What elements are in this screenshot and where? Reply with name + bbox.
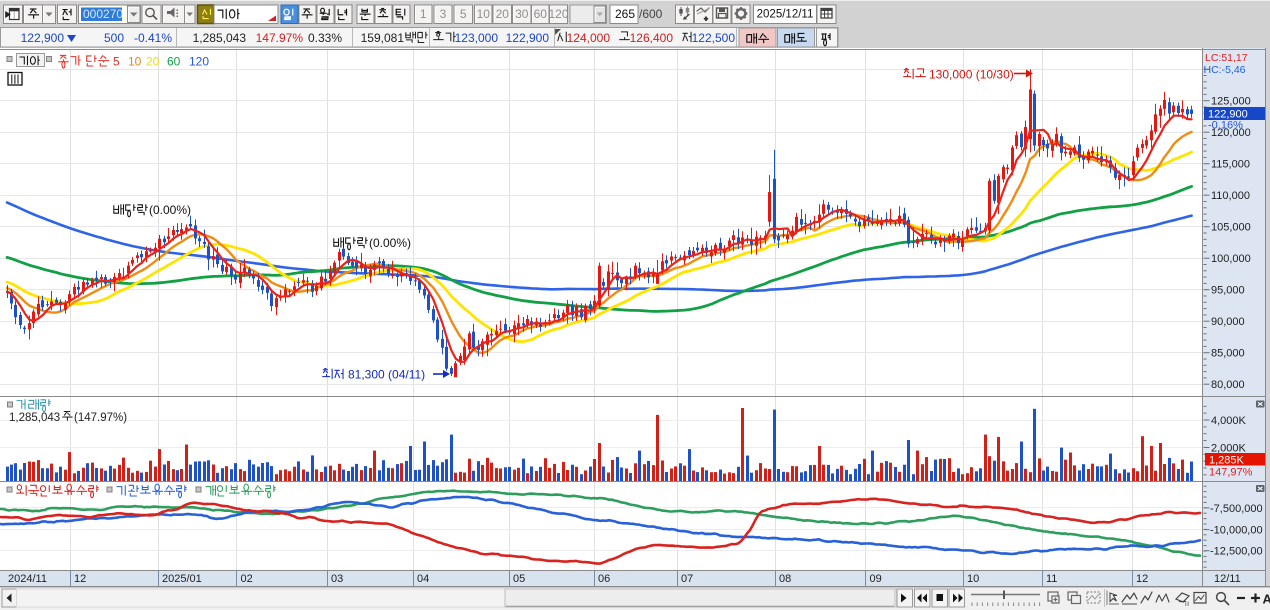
svg-text:265: 265 (615, 7, 635, 21)
svg-text:95,000: 95,000 (1211, 285, 1245, 297)
svg-text:110,000: 110,000 (1211, 190, 1250, 202)
svg-text:(0.00%): (0.00%) (369, 236, 411, 250)
svg-text:-10,000,00: -10,000,00 (1210, 525, 1263, 537)
svg-text:02: 02 (241, 573, 253, 585)
svg-text:85,000: 85,000 (1211, 348, 1245, 360)
svg-text:5: 5 (460, 7, 467, 21)
svg-text:06: 06 (598, 573, 610, 585)
svg-text:123,000: 123,000 (455, 31, 499, 45)
svg-text:-0.16%: -0.16% (1208, 120, 1243, 132)
svg-text:125,000: 125,000 (1211, 96, 1251, 108)
svg-text:07: 07 (681, 573, 693, 585)
svg-text:12: 12 (1136, 573, 1148, 585)
svg-text:60: 60 (167, 55, 181, 69)
svg-text:105,000: 105,000 (1211, 222, 1251, 234)
svg-text:LC:51,17: LC:51,17 (1205, 52, 1248, 64)
svg-text:20: 20 (496, 7, 510, 21)
svg-text:000270: 000270 (83, 7, 123, 21)
svg-text:60: 60 (534, 7, 548, 21)
svg-text:126,400: 126,400 (630, 31, 674, 45)
svg-text:12: 12 (74, 573, 86, 585)
svg-text:2025/12/11: 2025/12/11 (757, 9, 814, 21)
svg-text:130,000 (10/30): 130,000 (10/30) (929, 68, 1014, 82)
svg-text:20: 20 (146, 55, 160, 69)
svg-text:10: 10 (477, 7, 491, 21)
svg-text:0.33%: 0.33% (308, 31, 342, 45)
svg-text:122,500: 122,500 (692, 31, 736, 45)
svg-text:147,97%: 147,97% (1209, 467, 1253, 479)
svg-text:2024/11: 2024/11 (8, 573, 47, 585)
svg-text:1,285K: 1,285K (1209, 455, 1245, 467)
svg-text:90,000: 90,000 (1211, 316, 1245, 328)
svg-text:05: 05 (513, 573, 525, 585)
svg-text:03: 03 (331, 573, 343, 585)
svg-text:159,081: 159,081 (361, 31, 405, 45)
svg-text:122,900: 122,900 (506, 31, 550, 45)
svg-text:04: 04 (417, 573, 429, 585)
svg-text:5: 5 (113, 55, 120, 69)
svg-text:120: 120 (548, 7, 568, 21)
svg-text:81,300 (04/11): 81,300 (04/11) (348, 368, 425, 382)
svg-text:08: 08 (779, 573, 791, 585)
svg-text:2025/01: 2025/01 (162, 573, 202, 585)
svg-text:11: 11 (1046, 573, 1057, 585)
svg-text:100,000: 100,000 (1211, 253, 1251, 265)
svg-text:HC:-5,46: HC:-5,46 (1204, 64, 1246, 76)
svg-text:120: 120 (189, 55, 209, 69)
svg-text:10: 10 (967, 573, 979, 585)
svg-text:500: 500 (104, 31, 124, 45)
svg-text:4,000K: 4,000K (1211, 415, 1247, 427)
svg-text:12/11: 12/11 (1214, 573, 1241, 585)
svg-text:10: 10 (128, 55, 142, 69)
svg-text:2,000K: 2,000K (1211, 443, 1247, 455)
svg-text:147.97%: 147.97% (256, 31, 304, 45)
svg-text:80,000: 80,000 (1211, 379, 1245, 391)
svg-text:09: 09 (870, 573, 882, 585)
svg-text:1: 1 (420, 7, 427, 21)
svg-text:A: A (1263, 592, 1270, 607)
svg-text:124,000: 124,000 (567, 31, 611, 45)
svg-text:-7,500,000: -7,500,000 (1210, 503, 1263, 515)
svg-text:3: 3 (440, 7, 447, 21)
svg-text:-0.41%: -0.41% (134, 31, 172, 45)
svg-text:ill: ill (1185, 602, 1189, 608)
svg-text:(0.00%): (0.00%) (149, 203, 191, 217)
svg-text:/600: /600 (639, 7, 663, 21)
svg-text:122,900: 122,900 (21, 31, 65, 45)
svg-text:30: 30 (515, 7, 529, 21)
svg-text:115,000: 115,000 (1211, 159, 1250, 171)
svg-text:(147.97%): (147.97%) (74, 412, 127, 424)
svg-text:1,285,043: 1,285,043 (9, 412, 60, 424)
svg-text:-12,500,00: -12,500,00 (1210, 546, 1263, 558)
svg-text:1,285,043: 1,285,043 (193, 31, 247, 45)
